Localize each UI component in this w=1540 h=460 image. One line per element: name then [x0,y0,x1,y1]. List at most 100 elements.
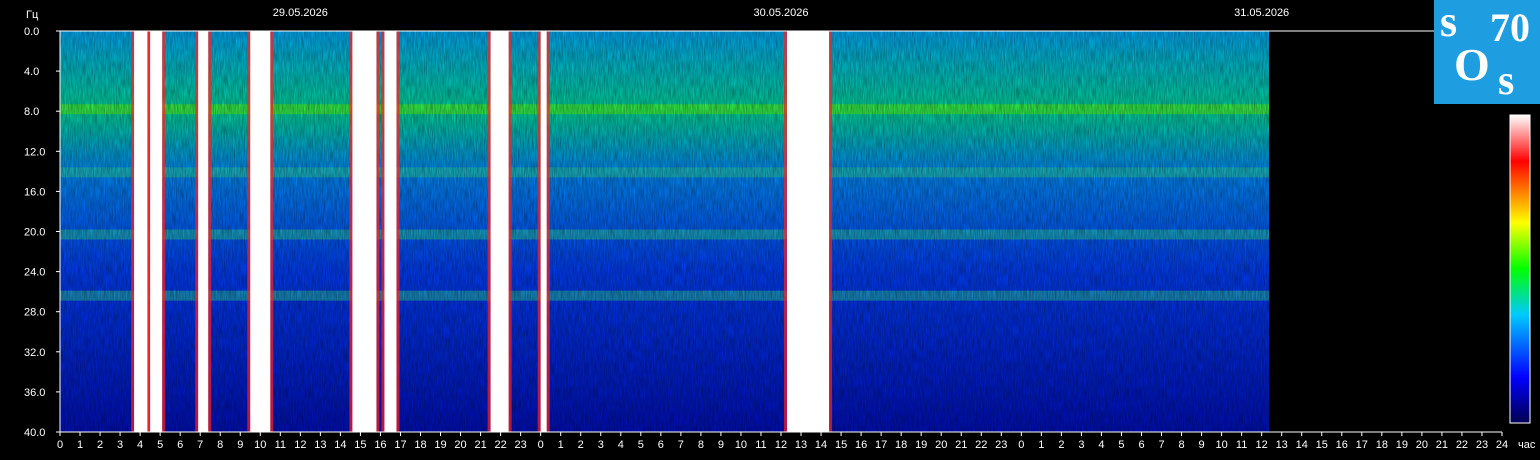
spectrogram-chart: 0.0 4.0 8.0 12.0 16.0 20.0 24.0 28.0 32.0 36.0 40.… [24,7,1536,451]
x-tick-label: 23 [1476,439,1488,451]
x-tick-label: 13 [795,439,807,451]
x-tick-label: 15 [1316,439,1328,451]
y-tick-label: 32.0 [24,347,45,359]
x-tick-label: 0 [538,439,544,451]
x-tick-label: 18 [414,439,426,451]
saturated-interval [384,31,397,432]
date-label: 30.05.2026 [753,7,808,19]
sos70-logo: s 70 O s [1434,0,1540,104]
x-tick-label: 19 [434,439,446,451]
x-tick-label: 17 [1356,439,1368,451]
saturated-interval [540,31,547,432]
x-tick-label: 10 [254,439,266,451]
x-tick-label: 15 [354,439,366,451]
x-tick-label: 22 [1456,439,1468,451]
saturated-interval [198,31,209,432]
x-tick-label: 22 [494,439,506,451]
spectrogram-area [60,31,1269,432]
x-tick-label: 12 [294,439,306,451]
x-tick-label: 18 [895,439,907,451]
x-tick-label: 11 [1236,439,1247,451]
x-tick-label: 23 [515,439,527,451]
x-tick-label: 11 [275,439,286,451]
x-tick-label: 23 [995,439,1007,451]
date-label: 29.05.2026 [273,7,328,19]
x-tick-label: 8 [1178,439,1184,451]
x-tick-label: 9 [1199,439,1205,451]
y-tick-label: 16.0 [24,186,45,198]
x-tick-label: 17 [394,439,406,451]
x-tick-label: 9 [237,439,243,451]
x-tick-label: 2 [97,439,103,451]
x-tick-label: 6 [658,439,664,451]
x-tick-label: 24 [1496,439,1508,451]
y-tick-label: 0.0 [24,26,39,38]
y-tick-label: 12.0 [24,146,45,158]
x-tick-label: 21 [474,439,486,451]
x-tick-label: 5 [638,439,644,451]
x-tick-label: 5 [157,439,163,451]
x-tick-label: 7 [1158,439,1164,451]
x-tick-label: 17 [875,439,887,451]
x-tick-label: 16 [374,439,386,451]
saturated-interval [352,31,377,432]
x-tick-label: 13 [314,439,326,451]
x-tick-label: 9 [718,439,724,451]
y-tick-label: 24.0 [24,267,45,279]
x-tick-label: 14 [815,439,827,451]
x-tick-label: 6 [1138,439,1144,451]
y-tick-label: 4.0 [24,66,39,78]
logo-number: 70 [1490,5,1530,50]
x-tick-label: 5 [1118,439,1124,451]
logo-letter: O [1454,39,1490,90]
x-tick-label: 19 [1396,439,1408,451]
y-tick-label: 8.0 [24,106,39,118]
x-tick-label: 4 [137,439,143,451]
y-tick-label: 36.0 [24,387,45,399]
x-tick-label: 7 [197,439,203,451]
x-tick-label: 1 [1038,439,1044,451]
colorbar [1509,114,1531,424]
x-tick-label: 15 [835,439,847,451]
x-axis-label: час [1518,439,1536,451]
y-axis-label: Гц [26,9,39,21]
x-tick-label: 1 [558,439,564,451]
logo-letter: s [1498,58,1515,104]
x-tick-label: 6 [177,439,183,451]
x-tick-label: 11 [755,439,766,451]
x-tick-label: 20 [935,439,947,451]
x-tick-label: 14 [1296,439,1308,451]
x-tick-label: 1 [77,439,83,451]
x-tick-label: 0 [57,439,63,451]
x-tick-label: 20 [1416,439,1428,451]
x-tick-label: 4 [1098,439,1104,451]
x-tick-label: 2 [1058,439,1064,451]
logo-letter: s [1440,0,1458,46]
x-tick-label: 21 [1436,439,1448,451]
x-tick-label: 12 [1256,439,1268,451]
x-tick-label: 19 [915,439,927,451]
noise-texture [60,31,1269,432]
saturated-interval [134,31,149,432]
saturated-interval [490,31,509,432]
x-tick-label: 16 [855,439,867,451]
x-tick-label: 0 [1018,439,1024,451]
date-label: 31.05.2026 [1234,7,1289,19]
x-tick-label: 14 [334,439,346,451]
x-tick-label: 8 [217,439,223,451]
x-tick-label: 13 [1276,439,1288,451]
x-tick-label: 4 [618,439,624,451]
x-tick-label: 20 [454,439,466,451]
x-tick-label: 10 [1215,439,1227,451]
x-tick-label: 18 [1376,439,1388,451]
x-tick-label: 21 [955,439,967,451]
x-tick-label: 22 [975,439,987,451]
y-tick-label: 40.0 [24,427,45,439]
x-tick-label: 3 [1078,439,1084,451]
saturated-interval [787,31,830,432]
x-tick-label: 8 [698,439,704,451]
x-tick-label: 3 [598,439,604,451]
y-tick-label: 28.0 [24,307,45,319]
saturated-interval [150,31,163,432]
saturated-interval [250,31,271,432]
